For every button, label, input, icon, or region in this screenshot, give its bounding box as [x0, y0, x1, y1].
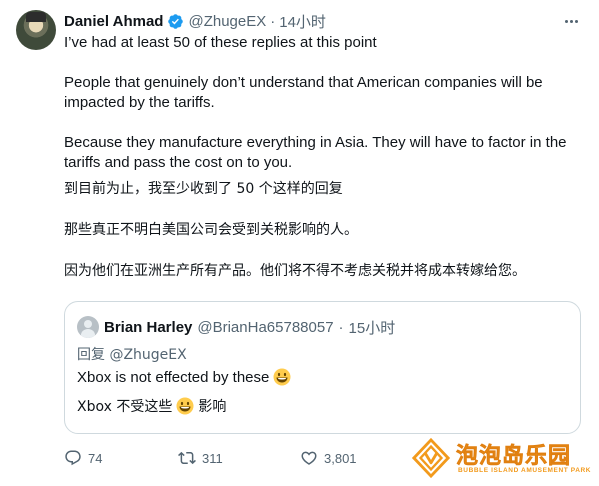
tweet: Daniel Ahmad @ZhugeEX · 14小时 I’ve had at…	[0, 0, 599, 486]
quoted-tweet-time: 15小时	[348, 319, 396, 337]
tweet-line-2: People that genuinely don’t understand t…	[64, 74, 543, 111]
quoted-text-1-label: Xbox is not effected by these	[77, 368, 270, 386]
reply-icon	[65, 450, 81, 466]
grinning-emoji-icon	[273, 368, 291, 386]
quoted-tweet[interactable]: Brian Harley @BrianHa65788057 · 15小时 回复 …	[64, 301, 581, 434]
retweet-count: 311	[202, 450, 223, 466]
separator-dot: ·	[270, 12, 276, 30]
quoted-reply-to: 回复 @ZhugeEX	[77, 347, 187, 363]
watermark: 泡泡岛乐园 BUBBLE ISLAND AMUSEMENT PARK	[410, 436, 596, 482]
quoted-text-2a: Xbox 不受这些	[77, 399, 173, 415]
tweet-header: Daniel Ahmad @ZhugeEX · 14小时	[64, 10, 326, 32]
author-handle[interactable]: @ZhugeEX	[188, 13, 266, 30]
tweet-line-4: 到目前为止，我至少收到了 50 个这样的回复	[64, 181, 343, 197]
quoted-author-name: Brian Harley	[104, 318, 193, 336]
retweet-icon	[178, 451, 196, 465]
reply-count: 74	[88, 450, 103, 466]
quoted-author-handle: @BrianHa65788057	[197, 318, 334, 336]
reply-button[interactable]: 74	[64, 446, 102, 470]
quoted-separator-dot: ·	[338, 318, 344, 336]
grinning-emoji-icon	[176, 397, 194, 415]
author-avatar[interactable]	[16, 10, 56, 50]
retweet-button[interactable]: 311	[178, 446, 223, 470]
watermark-title: 泡泡岛乐园	[456, 444, 572, 470]
quoted-text-1: Xbox is not effected by these	[77, 368, 291, 386]
author-name[interactable]: Daniel Ahmad	[64, 13, 163, 30]
like-count: 3,801	[324, 450, 357, 466]
tweet-line-5: 那些真正不明白美国公司会受到关税影响的人。	[64, 222, 358, 238]
quoted-text-2b: 影响	[198, 399, 227, 415]
tweet-time[interactable]: 14小时	[279, 11, 326, 32]
tweet-line-1: I’ve had at least 50 of these replies at…	[64, 34, 377, 51]
quoted-text-2: Xbox 不受这些 影响	[77, 396, 226, 416]
like-button[interactable]: 3,801	[300, 446, 357, 470]
more-icon[interactable]	[561, 12, 581, 30]
watermark-subtitle: BUBBLE ISLAND AMUSEMENT PARK	[458, 467, 592, 474]
tweet-line-3: Because they manufacture everything in A…	[64, 134, 567, 171]
verified-badge-icon	[168, 13, 184, 29]
like-icon	[301, 451, 317, 465]
quoted-author-avatar	[77, 316, 99, 338]
tweet-line-6: 因为他们在亚洲生产所有产品。他们将不得不考虑关税并将成本转嫁给您。	[64, 263, 526, 279]
quoted-tweet-header: Brian Harley @BrianHa65788057 · 15小时	[77, 316, 395, 338]
watermark-logo-icon	[412, 438, 450, 478]
